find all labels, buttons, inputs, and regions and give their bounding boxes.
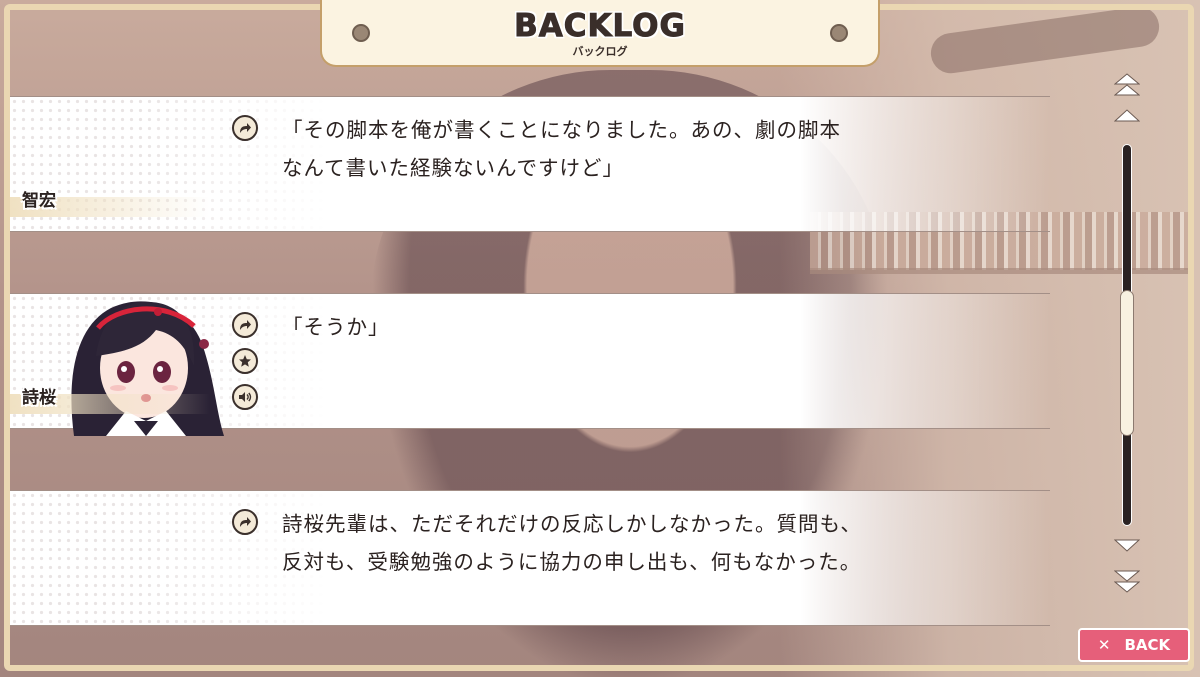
jump-icon: [240, 517, 251, 527]
double-chevron-down-icon: [1114, 570, 1140, 593]
jump-button[interactable]: [232, 509, 258, 535]
scroll-to-bottom-button[interactable]: [1114, 568, 1140, 594]
chevron-down-icon: [1114, 539, 1140, 552]
speaker-name: 詩桜: [22, 388, 56, 408]
chevron-up-icon: [1114, 109, 1140, 122]
dialogue-text: 「その脚本を俺が書くことになりました。あの、劇の脚本 なんて書いた経験ないんです…: [282, 118, 841, 180]
background-shelf-edge: [810, 268, 1190, 274]
scrollbar-thumb[interactable]: [1120, 290, 1134, 437]
double-chevron-up-icon: [1114, 73, 1140, 96]
narration-text: 詩桜先輩は、ただそれだけの反応しかしなかった。質問も、 反対も、受験勉強のように…: [282, 512, 862, 574]
star-icon: [239, 355, 251, 367]
back-button[interactable]: ✕ BACK: [1078, 628, 1190, 662]
backlog-subtitle: バックログ: [572, 45, 628, 58]
dialogue-text: 「そうか」: [282, 315, 390, 339]
jump-icon: [240, 123, 251, 133]
scroll-to-top-button[interactable]: [1114, 72, 1140, 98]
jump-button[interactable]: [232, 312, 258, 338]
scroll-up-button[interactable]: [1114, 107, 1140, 123]
backlog-title: BACKLOG: [514, 8, 686, 45]
jump-icon: [240, 320, 251, 330]
backlog-header: BACKLOG バックログ: [320, 0, 880, 67]
jump-button[interactable]: [232, 115, 258, 141]
favorite-button[interactable]: [232, 348, 258, 374]
voice-icon: [239, 392, 252, 402]
backlog-entry: 智宏 「その脚本を俺が書くことになりました。あの、劇の脚本 なんて書いた経験ない…: [10, 96, 1050, 232]
backlog-entry: 詩桜先輩は、ただそれだけの反応しかしなかった。質問も、 反対も、受験勉強のように…: [10, 490, 1050, 626]
close-icon: ✕: [1097, 636, 1111, 654]
backlog-entry: 詩桜 「そうか」: [10, 293, 1050, 436]
speaker-name: 智宏: [22, 191, 56, 211]
scroll-down-button[interactable]: [1114, 538, 1140, 554]
back-label: BACK: [1124, 636, 1171, 654]
voice-replay-button[interactable]: [232, 384, 258, 410]
